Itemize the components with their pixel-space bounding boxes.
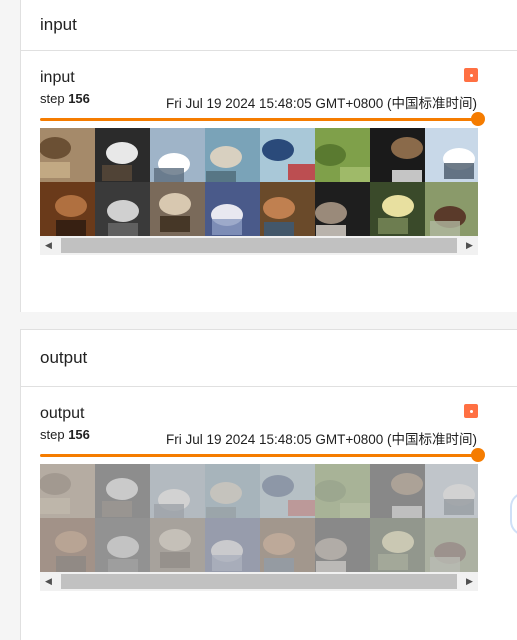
step-indicator: step 156 bbox=[40, 91, 90, 106]
image-thumbnail bbox=[315, 518, 370, 572]
timestamp: Fri Jul 19 2024 15:48:05 GMT+0800 (中国标准时… bbox=[165, 432, 477, 447]
image-thumbnail bbox=[150, 518, 205, 572]
image-thumbnail bbox=[205, 518, 260, 572]
image-thumbnail bbox=[40, 128, 95, 182]
card-title: output bbox=[40, 405, 85, 422]
image-thumbnail bbox=[260, 182, 315, 236]
image-thumbnail bbox=[370, 182, 425, 236]
image-grid bbox=[40, 464, 478, 572]
scroll-left-arrow-icon[interactable]: ◀ bbox=[40, 572, 57, 591]
scroll-left-arrow-icon[interactable]: ◀ bbox=[40, 236, 57, 255]
step-indicator: step 156 bbox=[40, 427, 90, 442]
image-thumbnail bbox=[95, 464, 150, 518]
image-thumbnail bbox=[150, 128, 205, 182]
image-thumbnail bbox=[370, 518, 425, 572]
step-label: step bbox=[40, 91, 65, 106]
image-thumbnail bbox=[425, 182, 478, 236]
image-thumbnail bbox=[370, 128, 425, 182]
step-label: step bbox=[40, 427, 65, 442]
step-value: 156 bbox=[68, 427, 90, 442]
scroll-thumb[interactable] bbox=[61, 574, 457, 589]
image-thumbnail bbox=[260, 128, 315, 182]
image-thumbnail bbox=[425, 518, 478, 572]
run-color-swatch[interactable] bbox=[464, 404, 478, 418]
image-thumbnail bbox=[150, 464, 205, 518]
image-thumbnail bbox=[40, 464, 95, 518]
step-slider-handle[interactable] bbox=[471, 112, 485, 126]
scroll-thumb[interactable] bbox=[61, 238, 457, 253]
image-thumbnail bbox=[95, 128, 150, 182]
image-thumbnail bbox=[370, 464, 425, 518]
image-thumbnail bbox=[150, 182, 205, 236]
section-header-output[interactable]: output bbox=[21, 330, 517, 387]
swatch-dot-icon bbox=[469, 73, 473, 77]
section-header-label: output bbox=[40, 348, 88, 367]
output-panel: output output step 156 Fri Jul 19 2024 1… bbox=[20, 329, 517, 640]
image-thumbnail bbox=[260, 464, 315, 518]
section-header-label: input bbox=[40, 15, 77, 34]
image-thumbnail bbox=[205, 128, 260, 182]
image-grid bbox=[40, 128, 478, 236]
horizontal-scrollbar[interactable]: ◀ ▶ bbox=[40, 236, 478, 255]
run-color-swatch[interactable] bbox=[464, 68, 478, 82]
image-thumbnail bbox=[315, 128, 370, 182]
swatch-dot-icon bbox=[469, 409, 473, 413]
scroll-right-arrow-icon[interactable]: ▶ bbox=[461, 572, 478, 591]
image-thumbnail bbox=[95, 182, 150, 236]
card-title: input bbox=[40, 69, 75, 86]
section-header-input[interactable]: input bbox=[21, 0, 517, 51]
step-slider[interactable] bbox=[40, 112, 485, 126]
image-thumbnail bbox=[95, 518, 150, 572]
image-card-output: output step 156 Fri Jul 19 2024 15:48:05… bbox=[21, 387, 517, 640]
image-thumbnail bbox=[425, 128, 478, 182]
horizontal-scrollbar[interactable]: ◀ ▶ bbox=[40, 572, 478, 591]
image-thumbnail bbox=[205, 464, 260, 518]
step-slider-handle[interactable] bbox=[471, 448, 485, 462]
image-thumbnail bbox=[315, 464, 370, 518]
image-thumbnail bbox=[40, 518, 95, 572]
image-thumbnail bbox=[40, 182, 95, 236]
image-thumbnail bbox=[205, 182, 260, 236]
step-slider[interactable] bbox=[40, 448, 485, 462]
image-thumbnail bbox=[425, 464, 478, 518]
image-card-input: input step 156 Fri Jul 19 2024 15:48:05 … bbox=[21, 51, 517, 311]
step-value: 156 bbox=[68, 91, 90, 106]
image-thumbnail bbox=[315, 182, 370, 236]
scroll-right-arrow-icon[interactable]: ▶ bbox=[461, 236, 478, 255]
input-panel: input input step 156 Fri Jul 19 2024 15:… bbox=[20, 0, 517, 312]
image-thumbnail bbox=[260, 518, 315, 572]
timestamp: Fri Jul 19 2024 15:48:05 GMT+0800 (中国标准时… bbox=[165, 96, 477, 111]
